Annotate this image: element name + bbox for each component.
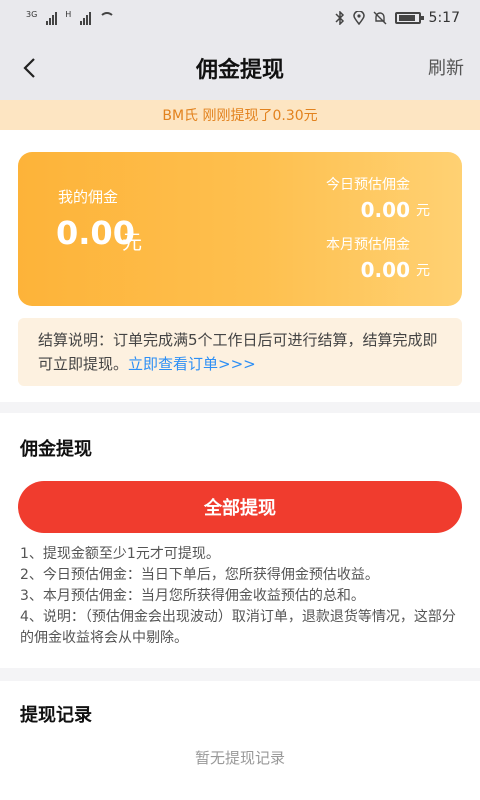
today-estimate-label: 今日预估佣金 — [326, 177, 410, 193]
rule-item: 1、提现金额至少1元才可提现。 — [20, 546, 220, 562]
withdraw-rules: 1、提现金额至少1元才可提现。 2、今日预估佣金：当日下单后，您所获得佣金预估收… — [20, 544, 460, 649]
commission-card: 我的佣金 0.00 元 今日预估佣金 0.00 元 本月预估佣金 0.00 元 — [18, 152, 462, 306]
network-type-1: 3G — [26, 10, 38, 19]
location-icon — [352, 11, 365, 25]
withdraw-records-section: 提现记录 暂无提现记录 — [0, 681, 480, 800]
withdraw-section-title: 佣金提现 — [20, 439, 92, 460]
month-estimate-label: 本月预估佣金 — [326, 237, 410, 253]
withdraw-all-button[interactable]: 全部提现 — [18, 481, 462, 533]
network-type-2: H — [65, 10, 72, 19]
withdraw-section: 佣金提现 全部提现 1、提现金额至少1元才可提现。 2、今日预估佣金：当日下单后… — [0, 413, 480, 668]
chevron-left-icon[interactable] — [18, 56, 42, 80]
refresh-button[interactable]: 刷新 — [428, 54, 464, 80]
status-bar: 3G H 5:17 — [0, 0, 480, 36]
rule-item: 2、今日预估佣金：当日下单后，您所获得佣金预估收益。 — [20, 567, 379, 583]
records-empty-text: 暂无提现记录 — [194, 749, 285, 767]
nav-bar: 佣金提现 刷新 — [0, 36, 480, 100]
status-time: 5:17 — [428, 10, 460, 26]
rule-item: 4、说明：（预估佣金会出现波动）取消订单，退款退货等情况，这部分的佣金收益将会从… — [20, 609, 456, 646]
bluetooth-icon — [335, 11, 344, 25]
month-estimate-unit: 元 — [416, 263, 430, 279]
today-estimate-unit: 元 — [416, 203, 430, 219]
wifi-icon — [99, 12, 116, 24]
status-left: 3G H — [26, 10, 116, 25]
signal-icon-2 — [80, 11, 92, 25]
signal-icon — [46, 11, 58, 25]
commission-summary-section: 我的佣金 0.00 元 今日预估佣金 0.00 元 本月预估佣金 0.00 元 … — [0, 130, 480, 402]
month-estimate: 本月预估佣金 0.00 元 — [326, 234, 430, 282]
ticker-text: BM氏 刚刚提现了0.30元 — [162, 108, 318, 124]
status-right: 5:17 — [335, 10, 460, 26]
records-section-title: 提现记录 — [20, 705, 92, 726]
month-estimate-amount: 0.00 — [360, 258, 410, 282]
settlement-notice: 结算说明：订单完成满5个工作日后可进行结算，结算完成即可立即提现。立即查看订单>… — [18, 318, 462, 386]
withdraw-ticker: BM氏 刚刚提现了0.30元 — [0, 100, 480, 130]
page-title: 佣金提现 — [195, 58, 284, 83]
today-estimate-amount: 0.00 — [360, 198, 410, 222]
mute-bell-icon — [373, 11, 387, 25]
rule-item: 3、本月预估佣金：当月您所获得佣金收益预估的总和。 — [20, 588, 365, 604]
my-commission-unit: 元 — [122, 230, 142, 254]
view-orders-link[interactable]: 立即查看订单>>> — [128, 355, 256, 373]
battery-icon — [394, 12, 424, 24]
my-commission-label: 我的佣金 — [58, 188, 119, 206]
today-estimate: 今日预估佣金 0.00 元 — [326, 174, 430, 222]
